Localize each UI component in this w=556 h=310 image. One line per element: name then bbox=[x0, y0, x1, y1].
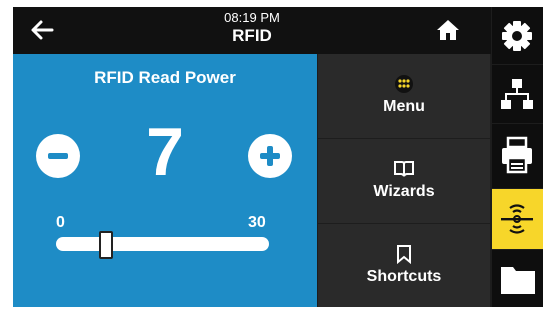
rfid-read-power-panel: RFID Read Power 7 0 30 bbox=[13, 54, 317, 307]
bookmark-icon bbox=[397, 245, 411, 264]
increase-button[interactable] bbox=[248, 134, 292, 178]
wizards-label: Wizards bbox=[373, 183, 435, 200]
printer-icon bbox=[502, 136, 532, 174]
settings-gear-icon bbox=[502, 21, 532, 51]
slider-min-label: 0 bbox=[56, 214, 65, 231]
menu-label: Menu bbox=[383, 98, 425, 115]
sidebar-item-network[interactable] bbox=[492, 65, 543, 123]
shortcuts-label: Shortcuts bbox=[366, 268, 442, 285]
minus-icon bbox=[48, 153, 68, 159]
power-slider-track[interactable] bbox=[56, 237, 269, 251]
rfid-icon bbox=[501, 204, 533, 234]
sidebar-item-settings[interactable] bbox=[492, 7, 543, 64]
power-slider-thumb[interactable] bbox=[98, 231, 113, 259]
printer-screen: 08:19 PM RFID RFID Read Power 7 0 30 Men… bbox=[13, 7, 543, 307]
clock-time: 08:19 PM bbox=[224, 10, 280, 25]
sidebar-item-printer[interactable] bbox=[492, 124, 543, 188]
decrease-button[interactable] bbox=[36, 134, 80, 178]
network-icon bbox=[501, 79, 533, 109]
header-bar: 08:19 PM RFID bbox=[13, 7, 491, 54]
slider-max-label: 30 bbox=[248, 214, 266, 231]
home-icon[interactable] bbox=[436, 19, 460, 41]
shortcuts-button[interactable]: Shortcuts bbox=[318, 224, 490, 307]
power-value: 7 bbox=[146, 114, 184, 190]
menu-button[interactable]: Menu bbox=[318, 54, 490, 138]
panel-title: RFID Read Power bbox=[94, 68, 236, 87]
book-icon bbox=[394, 161, 414, 177]
wizards-button[interactable]: Wizards bbox=[318, 139, 490, 223]
sidebar-item-rfid[interactable] bbox=[492, 189, 543, 249]
page-title: RFID bbox=[232, 26, 272, 45]
folder-icon bbox=[501, 267, 535, 294]
sidebar-item-files[interactable] bbox=[492, 250, 543, 307]
menu-dots-icon bbox=[395, 75, 413, 93]
